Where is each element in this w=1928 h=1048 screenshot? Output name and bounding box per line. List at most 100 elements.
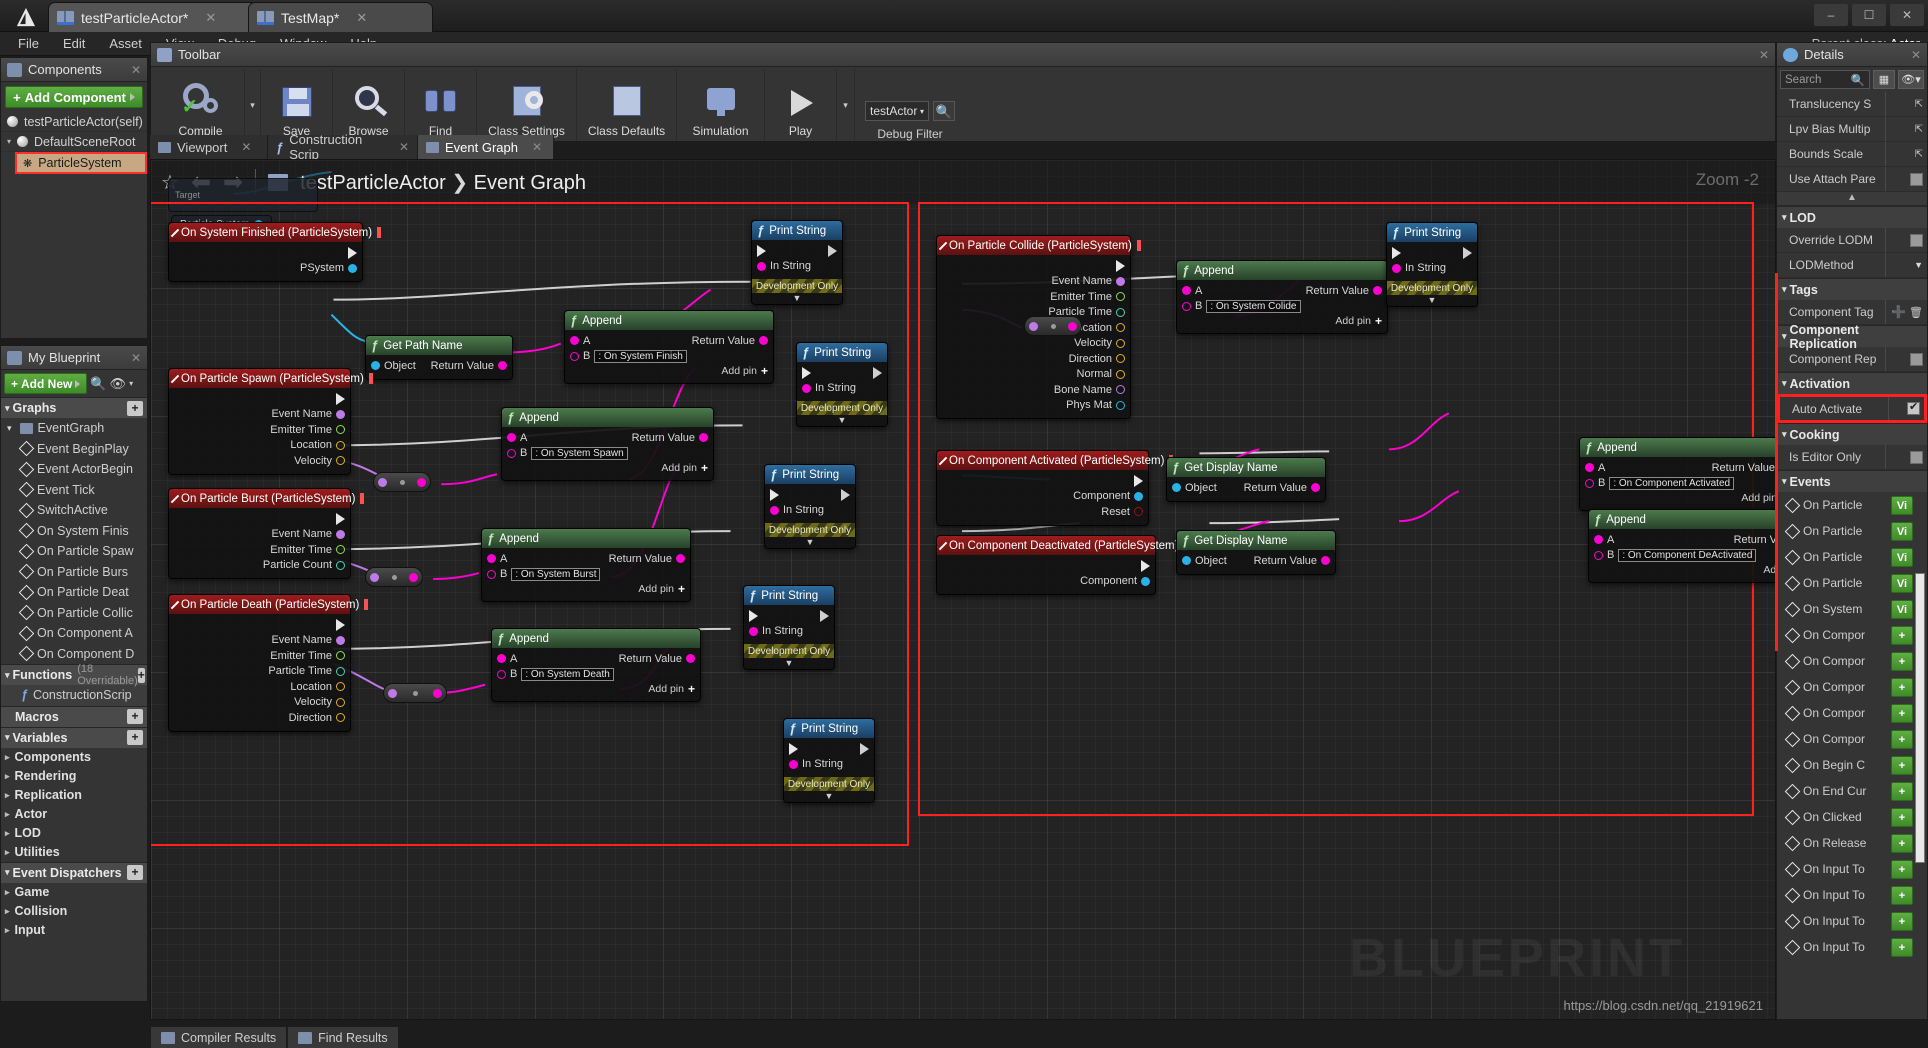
close-icon[interactable]: ✕ <box>1911 48 1921 62</box>
compile-button[interactable]: ✓ Compile <box>157 69 245 141</box>
string-pin[interactable] <box>1585 478 1594 488</box>
add-pin-button[interactable]: Add pin + <box>1589 563 1775 577</box>
pin-particle-time[interactable]: Particle Time <box>169 664 350 680</box>
add-variable-button[interactable]: + <box>127 730 143 745</box>
chevron-down-icon[interactable]: ▾ <box>129 379 133 388</box>
details-row[interactable]: Override LODM <box>1777 228 1927 253</box>
string-pin[interactable] <box>570 351 579 361</box>
pin-row[interactable]: Object Return Value <box>1177 553 1335 569</box>
name-pin[interactable] <box>378 477 387 487</box>
variable-category[interactable]: ▸ Actor <box>1 805 147 824</box>
window-tab-1[interactable]: TestMap* ✕ <box>248 2 433 32</box>
tree-item-event[interactable]: SwitchActive <box>1 500 147 521</box>
node-on-particle-burst[interactable]: On Particle Burst (ParticleSystem) Event… <box>168 488 365 579</box>
close-icon[interactable]: ✕ <box>205 10 216 26</box>
pin-exec-out[interactable] <box>169 511 350 527</box>
object-pin[interactable] <box>1116 400 1125 410</box>
string-pin[interactable] <box>497 654 506 664</box>
details-row[interactable]: Bounds Scale ⇱ <box>1777 142 1927 167</box>
dispatcher-category[interactable]: ▸ Input <box>1 921 147 940</box>
reset-icon[interactable]: ⇱ <box>1915 149 1923 160</box>
append-b-value[interactable]: : On System Spawn <box>531 446 628 460</box>
pin-particle-count[interactable]: Particle Count <box>169 558 350 574</box>
name-pin[interactable] <box>336 635 345 645</box>
play-button[interactable]: Play <box>765 69 837 141</box>
pin-row-b[interactable]: B : On Component DeActivated <box>1589 548 1775 564</box>
string-pin[interactable] <box>1392 263 1401 273</box>
node-append-2[interactable]: ƒ Append A Return Value B: On System Sp… <box>501 407 714 481</box>
node-print-string-5[interactable]: ƒ Print String In String Development Onl… <box>783 718 875 803</box>
node-on-system-finished[interactable]: On System Finished (ParticleSystem) PSys… <box>168 222 382 282</box>
name-pin[interactable] <box>388 688 397 698</box>
delegate-pin[interactable] <box>360 493 365 504</box>
object-pin[interactable] <box>348 263 357 273</box>
search-input[interactable]: Search 🔍 <box>1780 70 1870 89</box>
node-on-particle-death[interactable]: On Particle Death (ParticleSystem) Event… <box>168 594 369 732</box>
close-icon[interactable]: ✕ <box>1759 48 1769 62</box>
pin-emitter-time[interactable]: Emitter Time <box>169 422 350 438</box>
checkbox[interactable] <box>1910 172 1923 186</box>
pin-exec[interactable] <box>1387 245 1477 261</box>
component-row-root[interactable]: ▾ DefaultSceneRoot <box>1 132 147 152</box>
details-event-row[interactable]: On Compor + <box>1777 726 1927 752</box>
details-event-row[interactable]: On Compor + <box>1777 700 1927 726</box>
name-pin[interactable] <box>1116 385 1125 395</box>
pin-row[interactable]: Object Return Value <box>1167 480 1325 496</box>
string-pin[interactable] <box>507 448 516 458</box>
pin-emitter-time[interactable]: Emitter Time <box>937 289 1130 305</box>
string-pin[interactable] <box>1182 286 1191 296</box>
pin-exec-out[interactable] <box>169 391 350 407</box>
vector-pin[interactable] <box>336 682 345 692</box>
expand-icon[interactable]: ▼ <box>752 293 842 304</box>
pin-normal[interactable]: Normal <box>937 367 1130 383</box>
details-event-button[interactable]: + <box>1891 833 1913 853</box>
string-pin[interactable] <box>1068 321 1077 331</box>
string-pin[interactable] <box>759 336 768 346</box>
menu-edit[interactable]: Edit <box>51 34 97 53</box>
reset-icon[interactable]: ⇱ <box>1915 99 1923 110</box>
section-functions[interactable]: ▾ Functions (18 Overridable) + <box>1 663 147 687</box>
pin-exec-out[interactable] <box>169 245 362 261</box>
object-pin[interactable] <box>1141 576 1150 586</box>
tree-item-event[interactable]: On Particle Deat <box>1 582 147 603</box>
object-pin[interactable] <box>1182 556 1191 566</box>
name-pin[interactable] <box>370 572 379 582</box>
tab-find-results[interactable]: Find Results <box>287 1026 399 1048</box>
string-pin[interactable] <box>789 759 798 769</box>
expand-icon[interactable]: ▼ <box>765 537 855 548</box>
string-pin[interactable] <box>487 554 496 564</box>
tree-item-eventgraph[interactable]: ▾ EventGraph <box>1 418 147 439</box>
pin-psystem[interactable]: PSystem <box>169 261 362 277</box>
string-pin[interactable] <box>497 669 506 679</box>
checkbox[interactable] <box>1910 233 1923 247</box>
pin-row-a[interactable]: A Return Value <box>502 430 713 446</box>
pin-event-name[interactable]: Event Name <box>169 633 350 649</box>
details-event-row[interactable]: On Input To + <box>1777 908 1927 934</box>
class-defaults-button[interactable]: Class Defaults <box>577 69 677 141</box>
pin-row-b[interactable]: B : On System Colide <box>1177 299 1387 315</box>
node-print-string-4[interactable]: ƒ Print String In String Development Onl… <box>743 585 835 670</box>
tree-item-constructionscript[interactable]: ƒ ConstructionScrip <box>1 685 147 706</box>
float-pin[interactable] <box>1116 292 1125 302</box>
add-macro-button[interactable]: + <box>127 709 143 724</box>
node-on-component-deactivated[interactable]: On Component Deactivated (ParticleSystem… <box>936 535 1188 595</box>
node-append-1[interactable]: ƒ Append A Return Value B: On System Fi… <box>564 310 774 384</box>
debug-filter-search-button[interactable]: 🔍 <box>933 101 955 121</box>
pin-row-a[interactable]: A Return Value <box>1580 460 1775 476</box>
pin-row-b[interactable]: B : On System Burst <box>482 567 690 583</box>
details-event-button[interactable]: + <box>1891 651 1913 671</box>
node-on-particle-spawn[interactable]: On Particle Spawn (ParticleSystem) Event… <box>168 368 373 475</box>
pin-direction[interactable]: Direction <box>169 710 350 726</box>
pin-row-b[interactable]: B : On Component Activated <box>1580 476 1775 492</box>
string-pin[interactable] <box>676 554 685 564</box>
delegate-pin[interactable] <box>1136 240 1141 251</box>
tree-item-event[interactable]: On Particle Collic <box>1 603 147 624</box>
vector-pin[interactable] <box>336 697 345 707</box>
tree-item-event[interactable]: On Particle Spaw <box>1 541 147 562</box>
pin-exec[interactable] <box>784 741 874 757</box>
details-event-button[interactable]: + <box>1891 859 1913 879</box>
section-macros[interactable]: Macros + <box>1 705 147 727</box>
add-graph-button[interactable]: + <box>127 400 143 416</box>
variable-category[interactable]: ▸ Components <box>1 748 147 767</box>
find-button[interactable]: Find <box>405 69 477 141</box>
